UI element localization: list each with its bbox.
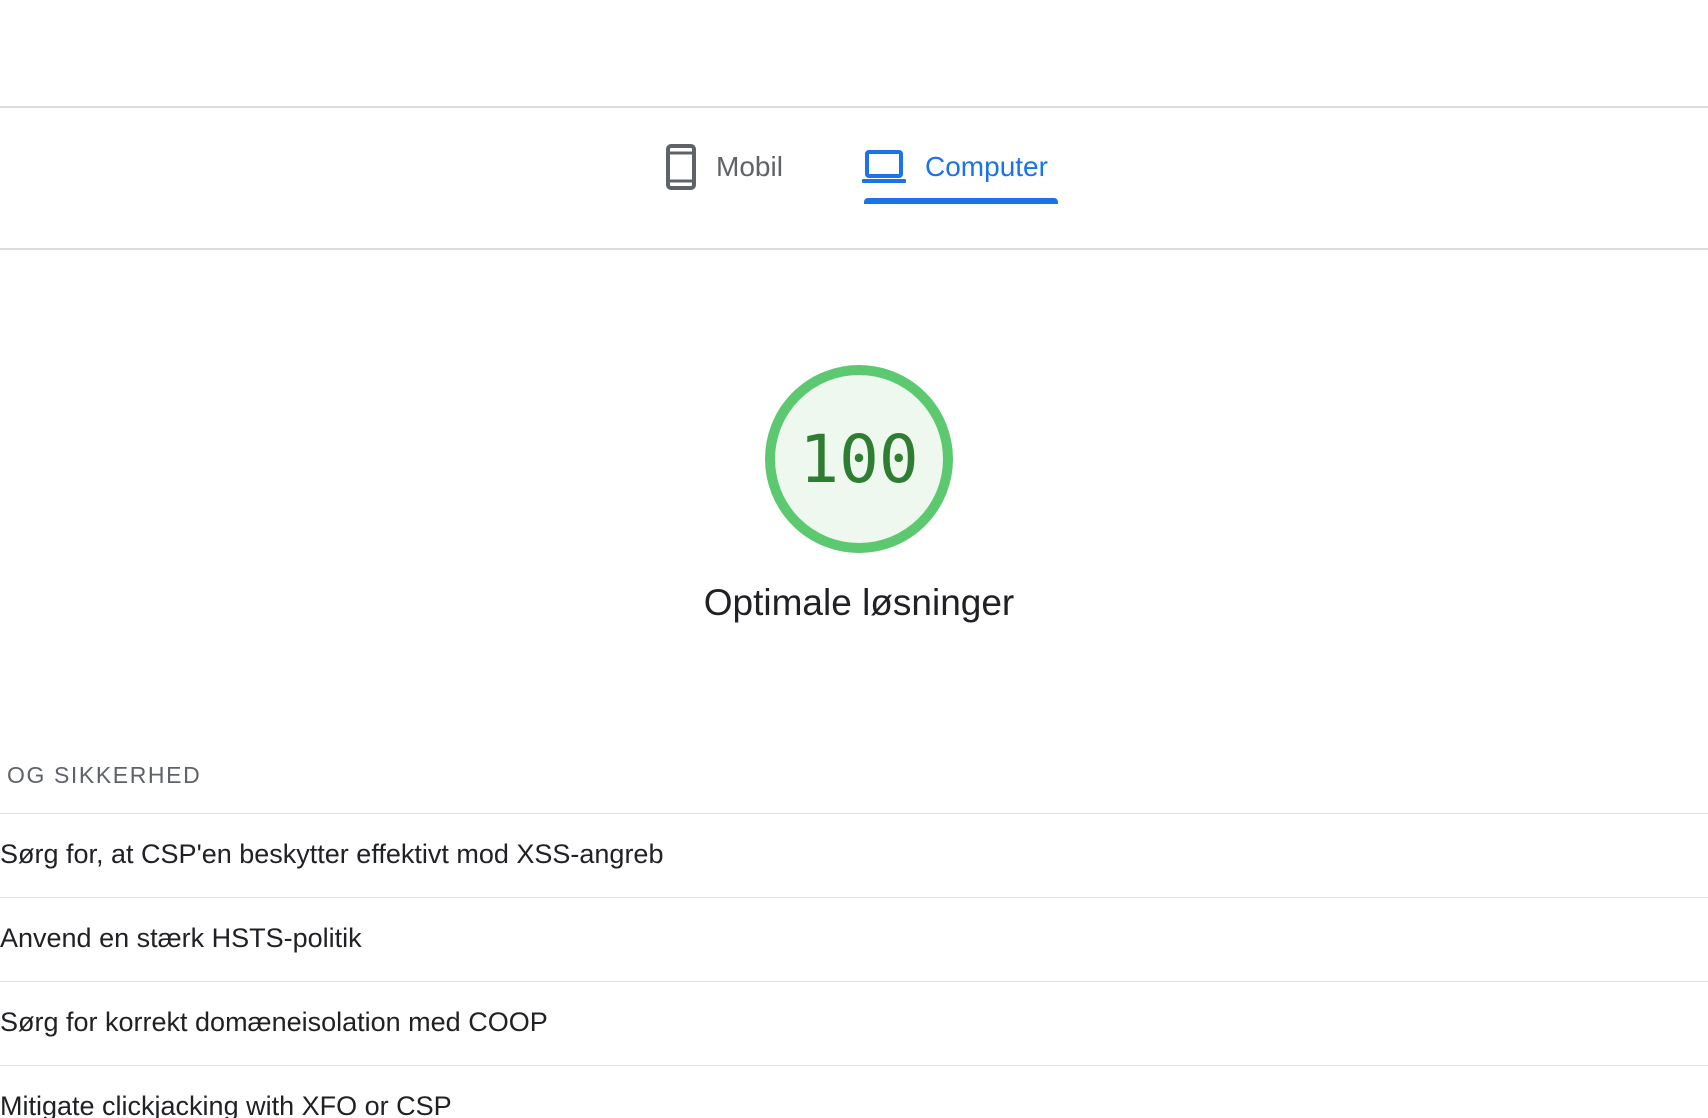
active-tab-indicator <box>864 198 1058 204</box>
laptop-icon <box>861 149 907 185</box>
audit-item[interactable]: Mitigate clickjacking with XFO or CSP <box>0 1065 1708 1118</box>
audit-list: Sørg for, at CSP'en beskytter effektivt … <box>0 813 1708 1118</box>
audit-item[interactable]: Sørg for, at CSP'en beskytter effektivt … <box>0 813 1708 897</box>
audit-label: Anvend en stærk HSTS-politik <box>0 923 362 953</box>
header-area <box>0 0 1708 106</box>
page: Mobil Computer 100 Optimale løsninger OG… <box>0 0 1708 1118</box>
audit-label: Sørg for korrekt domæneisolation med COO… <box>0 1007 548 1037</box>
tab-computer-label: Computer <box>925 151 1048 182</box>
audit-label: Mitigate clickjacking with XFO or CSP <box>0 1091 452 1118</box>
section-header: OG SIKKERHED <box>7 762 202 788</box>
audit-item[interactable]: Anvend en stærk HSTS-politik <box>0 897 1708 981</box>
tab-mobile-label: Mobil <box>716 151 783 182</box>
device-tabs: Mobil Computer <box>0 108 1708 248</box>
score-title: Optimale løsninger <box>703 582 1015 623</box>
score-value: 100 <box>799 420 919 498</box>
tabs-divider <box>0 248 1708 250</box>
audit-item[interactable]: Sørg for korrekt domæneisolation med COO… <box>0 981 1708 1065</box>
tab-computer[interactable]: Computer <box>861 132 1048 202</box>
smartphone-icon <box>664 144 698 190</box>
audit-label: Sørg for, at CSP'en beskytter effektivt … <box>0 839 664 869</box>
tab-mobile[interactable]: Mobil <box>664 132 783 202</box>
score-gauge: 100 <box>761 361 957 557</box>
